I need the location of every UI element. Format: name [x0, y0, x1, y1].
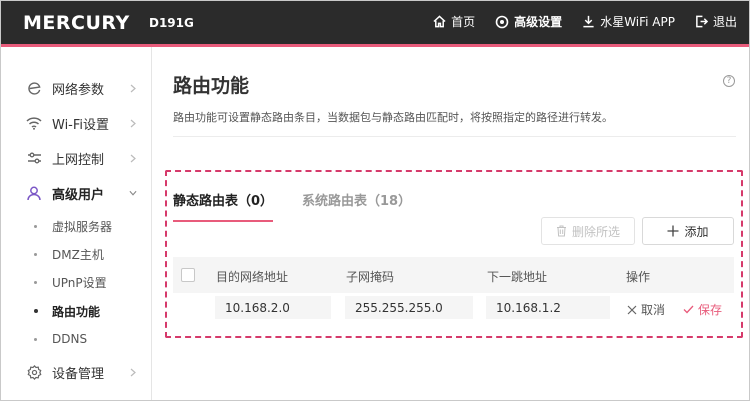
sidebar-sub-ddns[interactable]: DDNS	[1, 325, 151, 353]
brand-logo[interactable]: MERCURY	[23, 12, 130, 34]
nav-advanced-settings[interactable]: 高级设置	[495, 13, 562, 30]
sidebar-item-advanced-user[interactable]: 高级用户	[1, 176, 151, 210]
column-header-actions: 操作	[626, 270, 651, 284]
tab-system-routes[interactable]: 系统路由表（18）	[302, 190, 411, 216]
select-all-checkbox[interactable]	[181, 268, 195, 282]
sidebar-item-label: 网络参数	[52, 82, 105, 98]
table-row: 10.168.2.0 255.255.255.0 10.168.1.2 取消 保…	[173, 293, 734, 329]
sidebar-sub-upnp[interactable]: UPnP设置	[1, 268, 151, 296]
sidebar-sub-virtual-server[interactable]: 虚拟服务器	[1, 212, 151, 240]
tab-static-routes[interactable]: 静态路由表（0）	[173, 190, 274, 222]
add-button[interactable]: 添加	[642, 217, 734, 245]
sidebar-item-label: 高级用户	[52, 187, 105, 203]
save-label: 保存	[698, 303, 723, 317]
wifi-icon	[26, 115, 42, 131]
sidebar-item-label: 上网控制	[52, 152, 105, 168]
sidebar-sub-label: UPnP设置	[52, 275, 107, 290]
app-window: MERCURY D191G 首页 高级设置 水星WiFi APP 退出 网络参数…	[0, 0, 750, 401]
nav-advanced-settings-label: 高级设置	[514, 15, 563, 29]
chevron-right-icon	[129, 154, 137, 162]
model-name: D191G	[149, 16, 194, 30]
bullet-icon	[34, 280, 37, 284]
sliders-icon	[26, 150, 42, 166]
delete-selected-label: 删除所选	[571, 224, 620, 239]
check-icon	[683, 305, 694, 314]
bullet-icon	[34, 224, 37, 228]
nav-home-label: 首页	[451, 15, 476, 29]
column-header-netmask: 子网掩码	[346, 270, 395, 284]
top-nav: 首页 高级设置 水星WiFi APP 退出	[413, 13, 737, 30]
sidebar-item-wifi[interactable]: Wi-Fi设置	[1, 106, 151, 140]
route-tabs: 静态路由表（0） 系统路由表（18）	[173, 190, 733, 222]
cancel-label: 取消	[641, 303, 666, 317]
sidebar-sub-dmz[interactable]: DMZ主机	[1, 240, 151, 268]
next-hop-input[interactable]: 10.168.1.2	[486, 296, 610, 319]
top-header: MERCURY D191G 首页 高级设置 水星WiFi APP 退出	[1, 1, 749, 47]
sidebar-item-label: 设备管理	[52, 366, 105, 382]
sidebar: 网络参数 Wi-Fi设置 上网控制 高级用户 虚拟服务器 DMZ主机 UPnP设…	[1, 47, 152, 400]
home-icon	[433, 15, 446, 28]
sidebar-sub-routing[interactable]: 路由功能	[1, 297, 151, 325]
nav-app-download-label: 水星WiFi APP	[600, 15, 675, 29]
sidebar-sub-label: 虚拟服务器	[52, 219, 113, 234]
tab-label: 系统路由表（18）	[302, 194, 412, 209]
nav-logout-label: 退出	[712, 15, 737, 29]
tab-label: 静态路由表（0）	[173, 194, 274, 209]
sidebar-sub-label: DDNS	[52, 332, 88, 346]
main-content: 路由功能 ? 路由功能可设置静态路由条目，当数据包与静态路由匹配时，将按照指定的…	[152, 47, 749, 400]
plus-icon	[667, 225, 679, 237]
sidebar-sub-label: DMZ主机	[52, 247, 104, 262]
user-icon	[26, 185, 42, 201]
sidebar-item-access-control[interactable]: 上网控制	[1, 141, 151, 175]
nav-app-download[interactable]: 水星WiFi APP	[582, 13, 675, 30]
column-header-next-hop: 下一跳地址	[487, 270, 548, 284]
cancel-button[interactable]: 取消	[627, 301, 665, 318]
section-divider	[173, 136, 736, 137]
save-button[interactable]: 保存	[683, 301, 722, 318]
table-header: 目的网络地址 子网掩码 下一跳地址 操作	[173, 257, 734, 293]
trash-icon	[556, 225, 566, 237]
sidebar-item-label: Wi-Fi设置	[52, 117, 110, 133]
logout-icon	[696, 15, 708, 28]
globe-icon	[26, 80, 42, 96]
active-tab-underline	[173, 220, 274, 222]
chevron-right-icon	[129, 368, 137, 376]
delete-selected-button[interactable]: 删除所选	[541, 217, 635, 245]
page-description: 路由功能可设置静态路由条目，当数据包与静态路由匹配时，将按照指定的路径进行转发。	[173, 111, 613, 124]
sidebar-item-device-management[interactable]: 设备管理	[1, 355, 151, 389]
chevron-down-icon	[129, 189, 137, 197]
close-icon	[627, 305, 637, 314]
sidebar-sub-label: 路由功能	[52, 304, 101, 319]
page-title: 路由功能	[173, 75, 250, 97]
bullet-icon	[34, 309, 38, 313]
chevron-right-icon	[129, 119, 137, 127]
help-icon[interactable]: ?	[723, 75, 735, 87]
settings-icon	[495, 15, 509, 28]
add-label: 添加	[684, 224, 709, 239]
nav-home[interactable]: 首页	[433, 13, 475, 30]
download-icon	[583, 15, 594, 28]
nav-logout[interactable]: 退出	[695, 13, 737, 30]
sidebar-item-network[interactable]: 网络参数	[1, 71, 151, 105]
gear-icon	[26, 364, 42, 380]
netmask-input[interactable]: 255.255.255.0	[345, 296, 473, 319]
bullet-icon	[34, 337, 37, 341]
column-header-destination: 目的网络地址	[216, 270, 289, 284]
chevron-right-icon	[129, 84, 137, 92]
destination-input[interactable]: 10.168.2.0	[215, 296, 331, 319]
bullet-icon	[34, 252, 37, 256]
